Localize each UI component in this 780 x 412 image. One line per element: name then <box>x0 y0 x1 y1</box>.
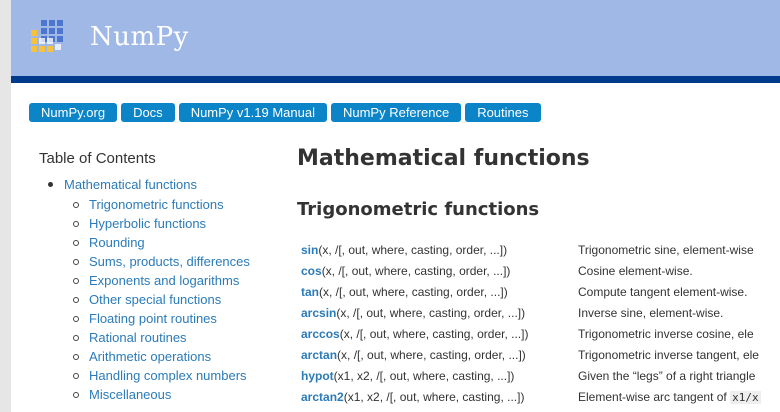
bullet-icon <box>48 182 53 188</box>
table-row: arctan(x, /[, out, where, casting, order… <box>301 345 780 366</box>
function-description: Trigonometric inverse tangent, ele <box>578 348 759 362</box>
toc-item-floating-point[interactable]: Floating point routines <box>73 310 250 329</box>
table-row: hypot(x1, x2, /[, out, where, casting, .… <box>301 366 780 387</box>
breadcrumb-manual[interactable]: NumPy v1.19 Manual <box>178 103 327 122</box>
toc-item-label: Arithmetic operations <box>89 349 212 364</box>
function-args: (x, /[, out, where, casting, order, ...]… <box>318 243 508 257</box>
breadcrumb-reference[interactable]: NumPy Reference <box>330 103 462 122</box>
function-description: Trigonometric inverse cosine, ele <box>578 327 754 341</box>
function-args: (x, /[, out, where, casting, order, ...]… <box>336 306 526 320</box>
toc-item-complex[interactable]: Handling complex numbers <box>73 367 250 386</box>
toc-item-mathematical-functions[interactable]: Mathematical functions <box>48 177 197 192</box>
toc-item-trigonometric[interactable]: Trigonometric functions <box>73 196 250 215</box>
breadcrumb-routines[interactable]: Routines <box>465 103 541 122</box>
function-description: Trigonometric sine, element-wise <box>578 243 754 257</box>
toc-item-label: Floating point routines <box>89 311 217 326</box>
toc-item-exponents[interactable]: Exponents and logarithms <box>73 272 250 291</box>
function-args: (x1, x2, /[, out, where, casting, ...]) <box>333 369 515 383</box>
function-signature: hypot(x1, x2, /[, out, where, casting, .… <box>301 366 514 387</box>
function-signature: arcsin(x, /[, out, where, casting, order… <box>301 303 525 324</box>
toc-item-sums[interactable]: Sums, products, differences <box>73 253 250 272</box>
toc-title: Table of Contents <box>39 150 156 167</box>
function-signature: tan(x, /[, out, where, casting, order, .… <box>301 282 508 303</box>
section-title: Trigonometric functions <box>297 199 540 220</box>
function-link-cos[interactable]: cos <box>301 264 322 278</box>
toc-item-rounding[interactable]: Rounding <box>73 234 250 253</box>
table-row: cos(x, /[, out, where, casting, order, .… <box>301 261 780 282</box>
toc-item-label: Trigonometric functions <box>89 197 224 212</box>
toc-item-label: Exponents and logarithms <box>89 273 240 288</box>
function-link-arctan[interactable]: arctan <box>301 348 337 362</box>
toc-item-label: Sums, products, differences <box>89 254 250 269</box>
function-link-arcsin[interactable]: arcsin <box>301 306 336 320</box>
function-args: (x1, x2, /[, out, where, casting, ...]) <box>343 390 525 404</box>
circle-bullet-icon <box>73 239 79 246</box>
circle-bullet-icon <box>73 353 79 360</box>
numpy-logo-icon[interactable] <box>27 17 71 61</box>
toc-item-label: Rational routines <box>89 330 187 345</box>
toc-item-label: Mathematical functions <box>64 177 197 192</box>
function-signature: cos(x, /[, out, where, casting, order, .… <box>301 261 510 282</box>
function-signature: arccos(x, /[, out, where, casting, order… <box>301 324 528 345</box>
brand-name[interactable]: NumPy <box>90 22 189 52</box>
circle-bullet-icon <box>73 277 79 284</box>
circle-bullet-icon <box>73 258 79 265</box>
toc-item-special[interactable]: Other special functions <box>73 291 250 310</box>
toc-list: Trigonometric functions Hyperbolic funct… <box>73 196 250 405</box>
site-header: NumPy <box>11 0 780 76</box>
circle-bullet-icon <box>73 372 79 379</box>
function-args: (x, /[, out, where, casting, order, ...]… <box>319 285 508 299</box>
breadcrumb-numpy-org[interactable]: NumPy.org <box>29 103 118 122</box>
function-link-sin[interactable]: sin <box>301 243 318 257</box>
toc-item-hyperbolic[interactable]: Hyperbolic functions <box>73 215 250 234</box>
circle-bullet-icon <box>73 296 79 303</box>
circle-bullet-icon <box>73 391 79 398</box>
table-row: tan(x, /[, out, where, casting, order, .… <box>301 282 780 303</box>
header-divider <box>11 76 780 83</box>
function-link-arctan2[interactable]: arctan2 <box>301 390 344 404</box>
page-frame: NumPy NumPy.org Docs NumPy v1.19 Manual … <box>11 0 780 412</box>
function-description: Cosine element-wise. <box>578 264 693 278</box>
circle-bullet-icon <box>73 201 79 208</box>
function-table: sin(x, /[, out, where, casting, order, .… <box>301 240 780 408</box>
toc-item-label: Hyperbolic functions <box>89 216 207 231</box>
function-signature: arctan(x, /[, out, where, casting, order… <box>301 345 526 366</box>
function-signature: sin(x, /[, out, where, casting, order, .… <box>301 240 507 261</box>
function-link-arccos[interactable]: arccos <box>301 327 340 341</box>
toc-item-label: Miscellaneous <box>89 387 172 402</box>
function-description: Inverse sine, element-wise. <box>578 306 724 320</box>
circle-bullet-icon <box>73 315 79 322</box>
toc-item-label: Rounding <box>89 235 145 250</box>
toc-item-label: Handling complex numbers <box>89 368 247 383</box>
circle-bullet-icon <box>73 220 79 227</box>
function-args: (x, /[, out, where, casting, order, ...]… <box>321 264 511 278</box>
function-args: (x, /[, out, where, casting, order, ...]… <box>339 327 529 341</box>
toc-item-misc[interactable]: Miscellaneous <box>73 386 250 405</box>
description-text: Element-wise arc tangent of <box>578 390 731 404</box>
function-description: Compute tangent element-wise. <box>578 285 748 299</box>
function-signature: arctan2(x1, x2, /[, out, where, casting,… <box>301 387 524 408</box>
breadcrumb-docs[interactable]: Docs <box>121 103 175 122</box>
function-description: Given the “legs” of a right triangle <box>578 369 756 383</box>
function-link-hypot[interactable]: hypot <box>301 369 334 383</box>
table-row: arcsin(x, /[, out, where, casting, order… <box>301 303 780 324</box>
function-description: Element-wise arc tangent of x1/x <box>578 387 761 408</box>
table-row: arccos(x, /[, out, where, casting, order… <box>301 324 780 345</box>
toc-item-arithmetic[interactable]: Arithmetic operations <box>73 348 250 367</box>
page-title: Mathematical functions <box>297 146 590 171</box>
toc-item-label: Other special functions <box>89 292 222 307</box>
table-row: sin(x, /[, out, where, casting, order, .… <box>301 240 780 261</box>
function-args: (x, /[, out, where, casting, order, ...]… <box>337 348 526 362</box>
breadcrumb: NumPy.org Docs NumPy v1.19 Manual NumPy … <box>29 103 541 122</box>
toc-item-rational[interactable]: Rational routines <box>73 329 250 348</box>
function-link-tan[interactable]: tan <box>301 285 319 299</box>
table-row: arctan2(x1, x2, /[, out, where, casting,… <box>301 387 780 408</box>
circle-bullet-icon <box>73 334 79 341</box>
inline-code: x1/x <box>730 391 761 404</box>
